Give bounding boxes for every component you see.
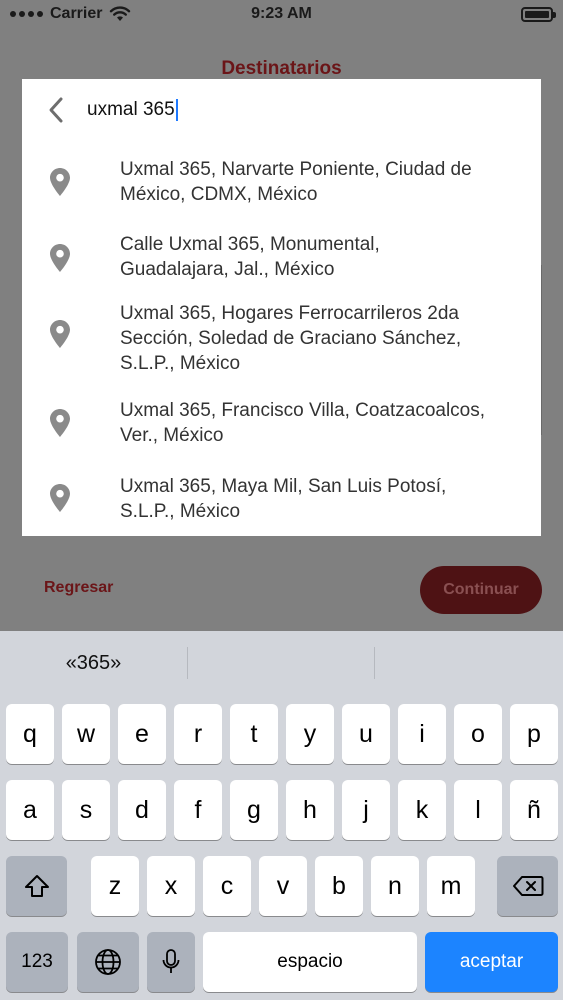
key-letter[interactable]: w <box>62 704 110 764</box>
globe-key[interactable] <box>77 932 139 992</box>
continue-button[interactable]: Continuar <box>420 566 542 614</box>
keyboard: «365» q w e r t y u i o p a s d f g h j … <box>0 631 563 1000</box>
key-letter[interactable]: x <box>147 856 195 916</box>
result-line: Uxmal 365, Francisco Villa, Coatzacoalco… <box>120 400 486 421</box>
numbers-key[interactable]: 123 <box>6 932 68 992</box>
search-query: uxmal 365 <box>87 99 175 120</box>
key-letter[interactable]: d <box>118 780 166 840</box>
text-caret <box>175 99 178 121</box>
location-pin-icon <box>50 409 70 437</box>
location-pin-icon <box>50 168 70 196</box>
divider <box>541 265 542 435</box>
key-letter[interactable]: ñ <box>510 780 558 840</box>
key-letter[interactable]: v <box>259 856 307 916</box>
autocomplete-modal: uxmal 365 Uxmal 365, Narvarte Poniente, … <box>22 79 541 536</box>
suggestion-item[interactable] <box>188 631 375 695</box>
result-line: S.L.P., México <box>120 353 241 374</box>
key-letter[interactable]: u <box>342 704 390 764</box>
key-letter[interactable]: c <box>203 856 251 916</box>
key-letter[interactable]: y <box>286 704 334 764</box>
search-bar: uxmal 365 <box>22 79 541 141</box>
result-line: Guadalajara, Jal., México <box>120 259 335 280</box>
key-letter[interactable]: a <box>6 780 54 840</box>
key-letter[interactable]: g <box>230 780 278 840</box>
place-result[interactable]: Uxmal 365, Maya Mil, San Luis Potosí, S.… <box>22 462 541 536</box>
place-result[interactable]: Uxmal 365, Francisco Villa, Coatzacoalco… <box>22 386 541 462</box>
location-pin-icon <box>50 484 70 512</box>
battery-icon <box>521 7 556 22</box>
suggestion-item[interactable] <box>375 631 562 695</box>
key-letter[interactable]: z <box>91 856 139 916</box>
place-result[interactable]: Uxmal 365, Hogares Ferrocarrileros 2da S… <box>22 292 541 386</box>
chevron-left-icon <box>49 97 63 123</box>
shift-icon <box>24 875 49 897</box>
key-letter[interactable]: b <box>315 856 363 916</box>
predictive-bar: «365» <box>0 631 563 695</box>
result-line: S.L.P., México <box>120 501 241 522</box>
suggestion-item[interactable]: «365» <box>0 631 187 695</box>
result-line: Ver., México <box>120 425 224 446</box>
key-letter[interactable]: r <box>174 704 222 764</box>
key-letter[interactable]: q <box>6 704 54 764</box>
key-letter[interactable]: t <box>230 704 278 764</box>
location-pin-icon <box>50 320 70 348</box>
status-bar: Carrier 9:23 AM <box>0 0 563 30</box>
microphone-icon <box>162 949 180 973</box>
key-letter[interactable]: s <box>62 780 110 840</box>
status-time: 9:23 AM <box>251 5 312 22</box>
key-letter[interactable]: m <box>427 856 475 916</box>
result-line: Sección, Soledad de Graciano Sánchez, <box>120 328 462 349</box>
key-letter[interactable]: l <box>454 780 502 840</box>
place-result[interactable]: Calle Uxmal 365, Monumental, Guadalajara… <box>22 216 541 292</box>
key-letter[interactable]: h <box>286 780 334 840</box>
result-line: Calle Uxmal 365, Monumental, <box>120 234 380 255</box>
delete-key[interactable] <box>497 856 558 916</box>
result-line: Uxmal 365, Hogares Ferrocarrileros 2da <box>120 303 459 324</box>
result-line: Uxmal 365, Maya Mil, San Luis Potosí, <box>120 476 447 497</box>
dictation-key[interactable] <box>147 932 195 992</box>
key-letter[interactable]: k <box>398 780 446 840</box>
page-title: Destinatarios <box>221 58 342 79</box>
key-letter[interactable]: e <box>118 704 166 764</box>
key-letter[interactable]: j <box>342 780 390 840</box>
place-result[interactable]: Uxmal 365, Narvarte Poniente, Ciudad de … <box>22 141 541 216</box>
globe-icon <box>95 949 121 975</box>
back-button[interactable] <box>44 95 68 125</box>
result-line: México, CDMX, México <box>120 184 318 205</box>
return-key[interactable]: aceptar <box>425 932 558 992</box>
key-letter[interactable]: p <box>510 704 558 764</box>
key-letter[interactable]: o <box>454 704 502 764</box>
back-link[interactable]: Regresar <box>44 579 113 597</box>
space-key[interactable]: espacio <box>203 932 417 992</box>
key-letter[interactable]: f <box>174 780 222 840</box>
location-pin-icon <box>50 244 70 272</box>
key-letter[interactable]: i <box>398 704 446 764</box>
backspace-icon <box>512 876 543 896</box>
result-line: Uxmal 365, Narvarte Poniente, Ciudad de <box>120 159 472 180</box>
shift-key[interactable] <box>6 856 67 916</box>
key-letter[interactable]: n <box>371 856 419 916</box>
search-input[interactable]: uxmal 365 <box>87 95 507 125</box>
